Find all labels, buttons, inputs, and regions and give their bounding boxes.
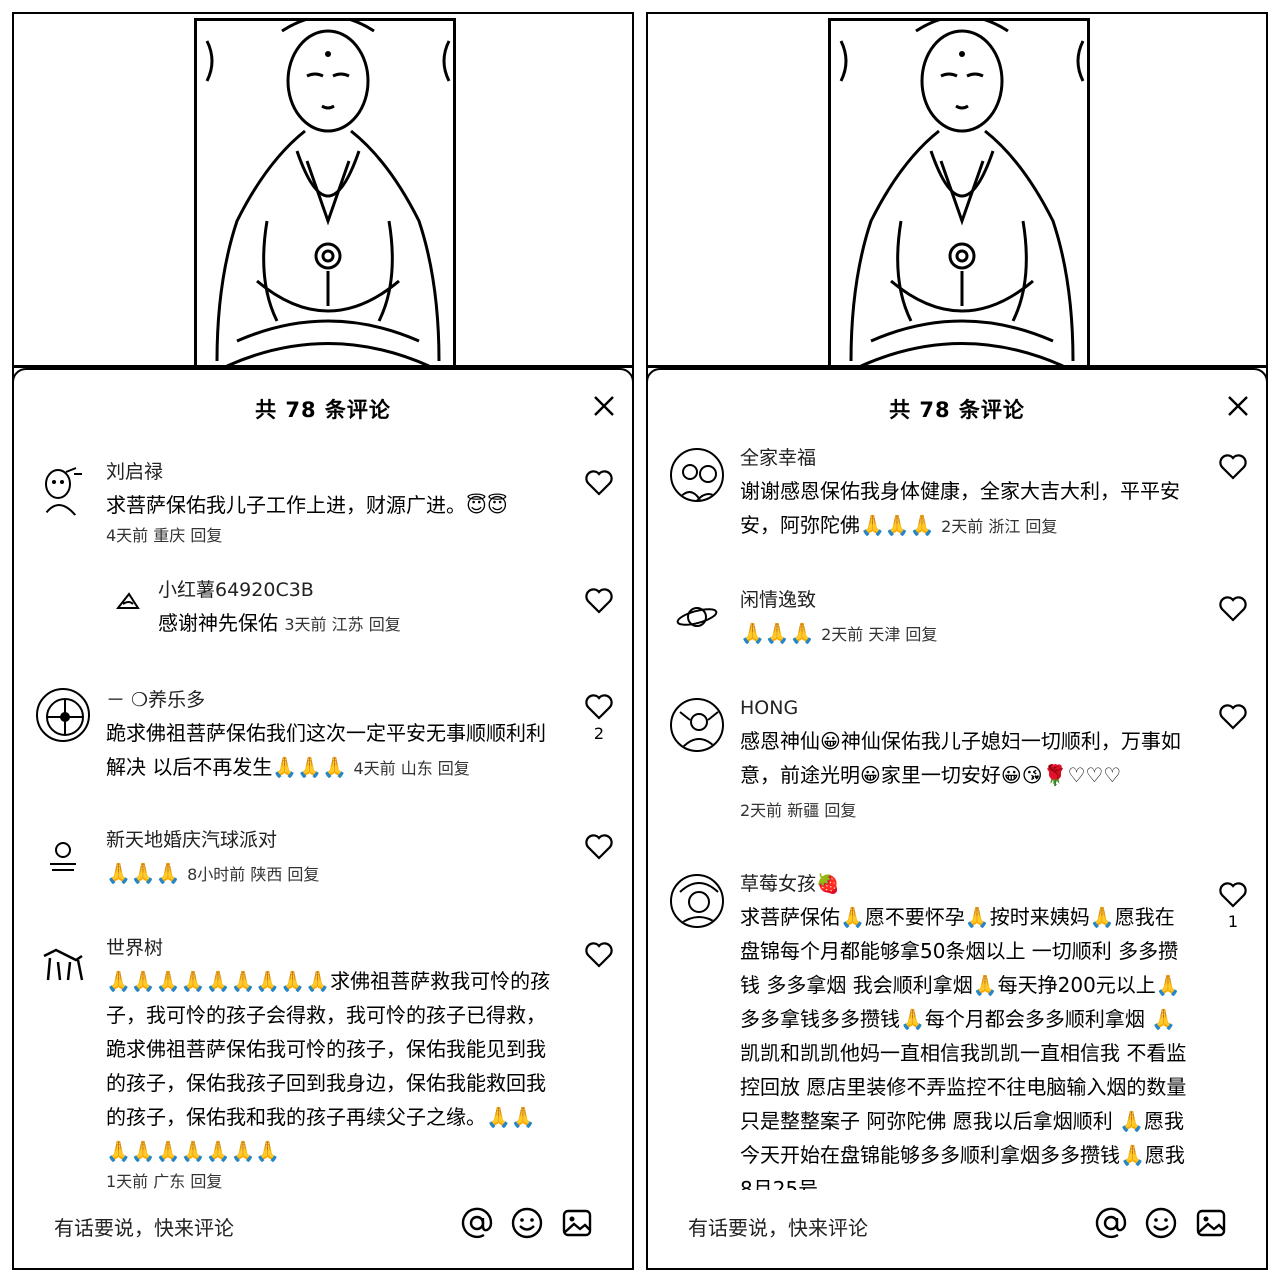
comment-input-bar: 有话要说，快来评论 [14, 1190, 632, 1268]
close-icon[interactable] [1226, 394, 1250, 418]
user-avatar[interactable] [36, 688, 90, 742]
like-button[interactable] [1218, 704, 1248, 734]
comment-username[interactable]: 刘启禄 [106, 458, 554, 486]
at-icon[interactable] [1094, 1206, 1128, 1240]
emoji: 🙏🙏🙏 [106, 861, 181, 885]
heart-icon[interactable] [585, 694, 613, 720]
comment-username[interactable]: 全家幸福 [740, 444, 1188, 472]
comment-meta[interactable]: 1天前 广东 回复 [106, 1168, 554, 1190]
image-icon[interactable] [560, 1206, 594, 1240]
comment-meta[interactable]: 2天前 浙江 回复 [941, 517, 1057, 536]
user-avatar[interactable] [36, 936, 90, 990]
heart-icon[interactable] [1219, 704, 1247, 730]
comment-text: 求菩萨保佑我儿子工作上进，财源广进。😇😇 [106, 493, 508, 517]
like-button[interactable] [1218, 596, 1248, 626]
user-avatar[interactable] [670, 698, 724, 752]
user-avatar[interactable] [36, 830, 90, 884]
comment-meta[interactable]: 4天前 重庆 回复 [106, 522, 554, 546]
close-icon[interactable] [592, 394, 616, 418]
user-avatar[interactable] [670, 448, 724, 502]
comment-input-bar: 有话要说，快来评论 [648, 1190, 1266, 1268]
bodhisattva-image [648, 14, 1266, 368]
like-count: 2 [593, 724, 605, 743]
heart-icon[interactable] [1219, 454, 1247, 480]
image-icon[interactable] [1194, 1206, 1228, 1240]
smiley-icon[interactable] [510, 1206, 544, 1240]
comment-meta[interactable]: 4天前 山东 回复 [353, 759, 469, 778]
comment-list[interactable]: 全家幸福 谢谢感恩保佑我身体健康，全家大吉大利，平平安安，阿弥陀佛🙏🙏🙏 2天前… [648, 440, 1266, 1190]
comment-list[interactable]: 刘启禄 求菩萨保佑我儿子工作上进，财源广进。😇😇 4天前 重庆 回复 小红薯64… [14, 440, 632, 1190]
like-button[interactable] [584, 470, 614, 500]
comment-meta[interactable]: 2天前 天津 回复 [821, 625, 937, 644]
comment-text: 感恩神仙😀神仙保佑我儿子媳妇一切顺利，万事如意，前途光明😀家里一切安好😀😘🌹♡♡… [740, 729, 1181, 820]
comments-sheet: 共 78 条评论 刘启禄 求菩萨保佑我儿子工作上进，财源广进。😇😇 4天前 重庆… [14, 368, 632, 1268]
right-screenshot-panel: 共 78 条评论 全家幸福 谢谢感恩保佑我身体健康，全家大吉大利，平平安安，阿弥… [646, 12, 1268, 1270]
emoji: 🙏🙏🙏 [860, 513, 935, 537]
like-button[interactable]: 2 [584, 694, 614, 743]
user-avatar[interactable] [114, 586, 144, 616]
comment-text: 跪求佛祖菩萨保佑我们这次一定平安无事顺顺利利解决 以后不再发生🙏🙏🙏 4天前 山… [106, 721, 546, 779]
statue-image-frame [194, 18, 456, 368]
user-avatar[interactable] [670, 874, 724, 928]
heart-icon[interactable] [585, 834, 613, 860]
heart-icon[interactable] [585, 588, 613, 614]
comment-meta[interactable]: 8小时前 陕西 回复 [187, 865, 319, 884]
left-screenshot-panel: 共 78 条评论 刘启禄 求菩萨保佑我儿子工作上进，财源广进。😇😇 4天前 重庆… [12, 12, 634, 1270]
comment-meta[interactable]: 3天前 江苏 回复 [284, 615, 400, 634]
like-count: 1 [1227, 912, 1239, 931]
comment-text: 🙏🙏🙏 8小时前 陕西 回复 [106, 856, 554, 892]
heart-icon[interactable] [585, 470, 613, 496]
comment-username[interactable]: － ❍养乐多 [106, 686, 554, 714]
comment-text: 感谢神先保佑 3天前 江苏 回复 [158, 611, 401, 635]
at-icon[interactable] [460, 1206, 494, 1240]
comment-username[interactable]: 草莓女孩🍓 [740, 870, 1188, 898]
like-button[interactable] [1218, 454, 1248, 484]
bodhisattva-image [14, 14, 632, 368]
heart-icon[interactable] [585, 942, 613, 968]
heart-icon[interactable] [1219, 882, 1247, 908]
like-button[interactable] [584, 588, 614, 618]
comment-username[interactable]: 世界树 [106, 934, 554, 962]
comment-input[interactable]: 有话要说，快来评论 [54, 1212, 234, 1241]
comment-text: 谢谢感恩保佑我身体健康，全家大吉大利，平平安安，阿弥陀佛🙏🙏🙏 2天前 浙江 回… [740, 479, 1180, 537]
like-button[interactable] [584, 942, 614, 972]
emoji: 🙏🙏🙏 [740, 621, 815, 645]
user-avatar[interactable] [36, 464, 90, 518]
comment-text: 🙏🙏🙏 2天前 天津 回复 [740, 616, 1188, 652]
comments-sheet: 共 78 条评论 全家幸福 谢谢感恩保佑我身体健康，全家大吉大利，平平安安，阿弥… [648, 368, 1266, 1268]
comment-meta[interactable]: 2天前 新疆 回复 [740, 801, 856, 820]
heart-icon[interactable] [1219, 596, 1247, 622]
comment-input[interactable]: 有话要说，快来评论 [688, 1212, 868, 1241]
comment-username[interactable]: HONG [740, 694, 1188, 722]
comment-username[interactable]: 闲情逸致 [740, 586, 1188, 614]
comment-text: 🙏🙏🙏🙏🙏🙏🙏🙏🙏求佛祖菩萨救我可怜的孩子，我可怜的孩子会得救，我可怜的孩子已得… [106, 969, 551, 1163]
like-button[interactable]: 1 [1218, 882, 1248, 931]
emoji: 🙏🙏🙏 [272, 755, 348, 779]
comments-count-title: 共 78 条评论 [889, 398, 1025, 422]
user-avatar[interactable] [670, 590, 724, 644]
smiley-icon[interactable] [1144, 1206, 1178, 1240]
comments-count-title: 共 78 条评论 [255, 398, 391, 422]
like-button[interactable] [584, 834, 614, 864]
emoji: 😇😇 [466, 493, 508, 517]
comment-text: 求菩萨保佑🙏愿不要怀孕🙏按时来姨妈🙏愿我在盘锦每个月都能够拿50条烟以上 一切顺… [740, 905, 1187, 1190]
comment-username[interactable]: 小红薯64920C3B [158, 576, 554, 604]
statue-image-frame [828, 18, 1090, 368]
comment-username[interactable]: 新天地婚庆汽球派对 [106, 826, 554, 854]
